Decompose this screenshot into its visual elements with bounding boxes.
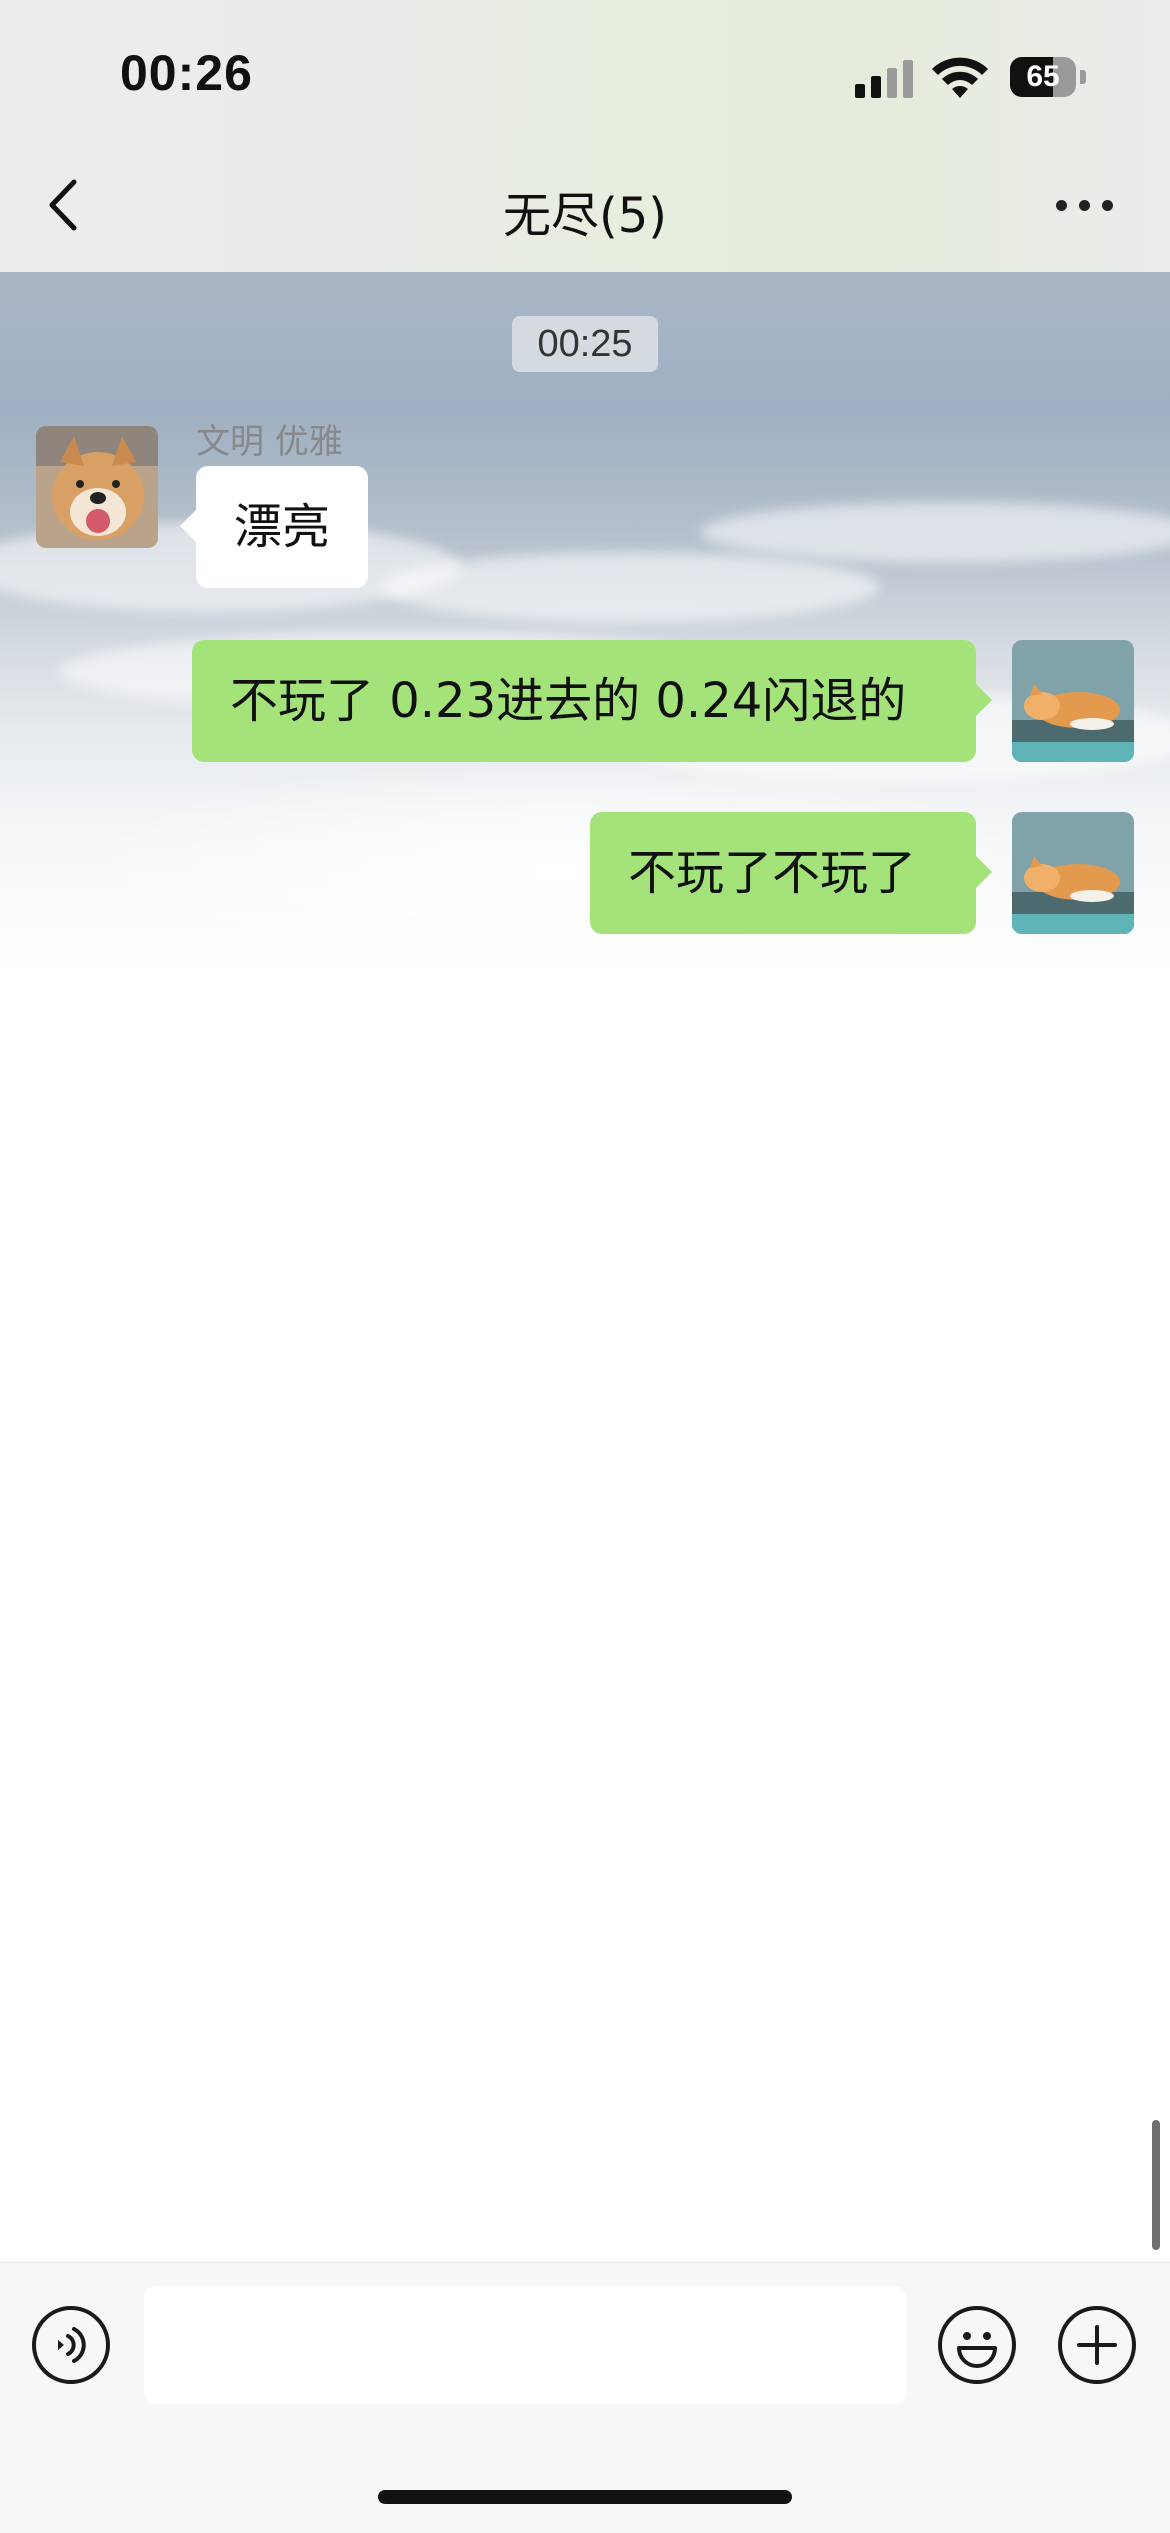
status-time: 00:26 <box>120 45 253 101</box>
shiba-dog-avatar[interactable] <box>36 426 158 548</box>
cellular-signal-icon <box>855 60 917 98</box>
battery-tip <box>1080 70 1086 84</box>
more-dots-icon[interactable] <box>1050 190 1120 220</box>
plus-icon[interactable] <box>1058 2306 1136 2384</box>
voice-icon[interactable] <box>32 2306 110 2384</box>
message-bubble-incoming[interactable]: 漂亮 <box>179 466 369 588</box>
sender-name: 文明 优雅 <box>196 422 343 462</box>
wifi-icon <box>932 57 988 98</box>
message-bubble-outgoing[interactable]: 不玩了 0.23进去的 0.24闪退的 <box>192 640 992 762</box>
sleeping-cat-avatar[interactable] <box>1012 640 1134 762</box>
scrollbar[interactable] <box>1152 2120 1160 2250</box>
message-input[interactable] <box>144 2286 906 2404</box>
battery-indicator: 65 <box>1010 57 1076 97</box>
sleeping-cat-avatar[interactable] <box>1012 812 1134 934</box>
message-timestamp: 00:25 <box>512 316 658 372</box>
home-indicator[interactable] <box>378 2490 792 2504</box>
chat-title[interactable]: 无尽(5) <box>0 176 1170 246</box>
emoji-icon[interactable] <box>938 2306 1016 2384</box>
battery-level: 65 <box>1026 60 1060 93</box>
message-bubble-outgoing[interactable]: 不玩了不玩了 <box>590 812 992 934</box>
chat-background-image <box>0 272 1170 972</box>
